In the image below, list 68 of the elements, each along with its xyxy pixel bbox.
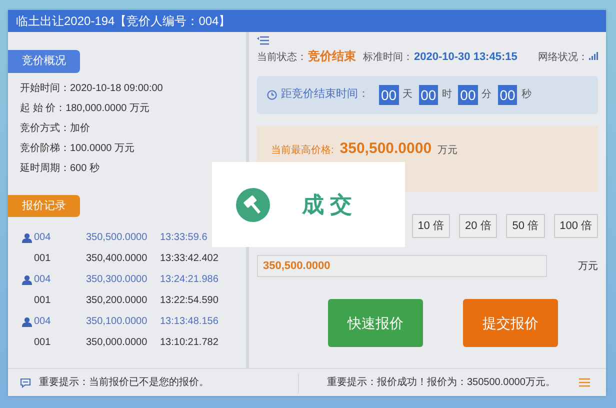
notice-text: 重要提示：当前报价已不是您的报价。 — [39, 376, 209, 390]
table-cell-text: 001 — [34, 336, 51, 350]
table-cell: 13:13:48.156 — [160, 316, 218, 327]
table-cell-text: 004 — [34, 315, 51, 329]
field-label: 延时周期： — [20, 162, 70, 174]
price-value: 350,500.0000 — [340, 138, 432, 158]
table-cell-text: 004 — [34, 273, 51, 287]
countdown-value: 00 — [379, 84, 399, 104]
unit-label: 秒 — [521, 88, 532, 102]
field-label: 起 始 价： — [20, 102, 66, 114]
user-icon — [22, 316, 32, 326]
unit-label: 天 — [402, 88, 413, 102]
user-icon — [22, 232, 32, 242]
time-label: 标准时间： — [363, 50, 413, 65]
table-cell-text: 001 — [34, 252, 51, 266]
unit-label: 时 — [442, 88, 452, 102]
table-cell: 350,500.0000 — [86, 232, 148, 243]
table-cell: 13:24:21.986 — [160, 274, 218, 285]
table-cell: 13:33:42.402 — [160, 253, 218, 264]
price-label: 当前最高价格: — [271, 144, 334, 158]
list-icon[interactable] — [579, 378, 590, 387]
gavel-icon — [236, 188, 270, 222]
field-value: 加价 — [70, 122, 90, 134]
quick-bid-button[interactable]: 快速报价 — [328, 299, 423, 347]
table-cell: 350,100.0000 — [86, 316, 148, 327]
deal-text: 成交 — [302, 191, 358, 219]
clock-icon — [267, 90, 277, 100]
section-tab[interactable]: 报价记录 — [8, 194, 80, 217]
message-icon — [20, 378, 31, 388]
field-label: 竞价方式： — [20, 122, 70, 134]
field-value: 180,000.0000 万元 — [66, 102, 150, 114]
multiplier-button[interactable]: 10 倍 — [412, 214, 450, 238]
unit-label: 万元 — [438, 144, 458, 158]
field-value: 100.0000 万元 — [70, 142, 134, 154]
network-label: 网络状况： — [538, 50, 588, 65]
bid-input-field[interactable]: 350,500.0000 — [257, 255, 547, 277]
window-title: 临土出让2020-194【竞价人编号：004】 — [8, 10, 606, 32]
table-cell: 350,400.0000 — [86, 253, 148, 264]
table-cell-text: 004 — [34, 231, 51, 245]
countdown-value: 00 — [498, 84, 518, 104]
multiplier-button[interactable]: 20 倍 — [458, 214, 498, 238]
table-cell: 13:22:54.590 — [160, 295, 218, 306]
field-label: 竞价阶梯： — [20, 142, 70, 154]
multiplier-button[interactable]: 100 倍 — [554, 214, 598, 238]
section-tab[interactable]: 竞价概况 — [8, 50, 80, 72]
unit-label: 分 — [482, 88, 492, 102]
user-icon — [22, 274, 32, 284]
time-value: 2020-10-30 13:45:15 — [414, 50, 518, 65]
submit-bid-button[interactable]: 提交报价 — [463, 299, 558, 347]
unit-label: 万元 — [578, 260, 598, 274]
table-cell: 13:33:59.6 — [160, 232, 208, 243]
countdown-value: 00 — [418, 84, 438, 104]
field-value: 2020-10-18 09:00:00 — [70, 82, 163, 94]
signal-icon — [589, 52, 598, 60]
table-cell: 13:10:21.782 — [160, 337, 218, 348]
field-label: 开始时间： — [20, 82, 70, 94]
countdown-value: 00 — [458, 84, 478, 104]
field-value: 600 秒 — [70, 162, 100, 174]
menu-icon[interactable] — [257, 36, 269, 45]
multiplier-button[interactable]: 50 倍 — [506, 214, 545, 238]
table-cell: 350,300.0000 — [86, 274, 148, 285]
table-cell: 350,200.0000 — [86, 295, 148, 306]
table-cell: 350,000.0000 — [86, 337, 148, 348]
table-cell-text: 001 — [34, 294, 51, 308]
countdown-label: 距竞价结束时间： — [281, 86, 369, 102]
notice-text: 重要提示：报价成功！报价为：350500.0000万元。 — [327, 376, 556, 390]
status-value: 竞价结束 — [308, 48, 356, 65]
status-label: 当前状态： — [257, 50, 307, 65]
